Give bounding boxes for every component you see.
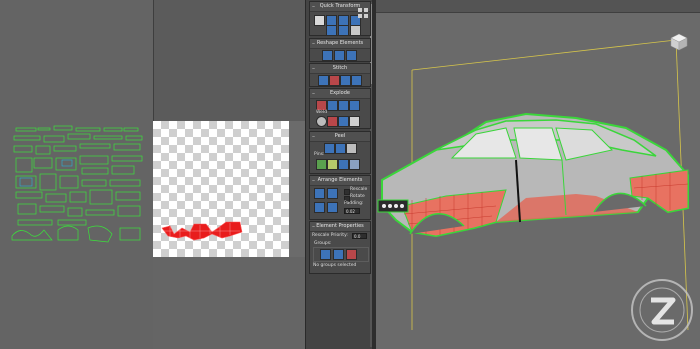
padding-label: Padding: <box>344 201 364 206</box>
weld-selected-icon[interactable] <box>316 116 327 127</box>
space-vertical-icon[interactable] <box>338 25 349 36</box>
delete-pins-icon[interactable] <box>338 159 349 170</box>
rollout-header[interactable]: – Stitch <box>310 64 370 74</box>
pack-normalize-icon[interactable] <box>314 188 325 199</box>
collapse-icon: – <box>312 177 315 184</box>
groups-box <box>313 247 369 262</box>
rollout-header[interactable]: – Reshape Elements <box>310 39 370 49</box>
group-remove-icon[interactable] <box>346 249 357 260</box>
stitch-average-icon[interactable] <box>340 75 351 86</box>
stitch-target-icon[interactable] <box>329 75 340 86</box>
pin-icon[interactable] <box>316 159 327 170</box>
rollout-title: Quick Transform <box>319 3 361 9</box>
collapse-icon: – <box>312 40 315 47</box>
group-create-icon[interactable] <box>333 249 344 260</box>
rollout-title: Explode <box>330 90 350 96</box>
explode-by-smoothing-icon[interactable] <box>338 100 349 111</box>
groups-status: No groups selected <box>313 263 357 268</box>
rollout-header[interactable]: – Element Properties <box>310 222 370 232</box>
align-center-icon[interactable] <box>314 15 325 26</box>
explode-by-polygon-icon[interactable] <box>327 100 338 111</box>
uv-editor-top-region <box>153 0 305 121</box>
collapse-icon: – <box>312 133 315 140</box>
rollout-header[interactable]: – Peel <box>310 132 370 142</box>
uv-editor[interactable] <box>0 0 305 349</box>
stitch-custom-icon[interactable] <box>318 75 329 86</box>
relax-by-edge-icon[interactable] <box>346 50 357 61</box>
rescale-elements-icon[interactable] <box>327 202 338 213</box>
rescale-priority-spinner[interactable]: 0.0 <box>352 233 367 239</box>
rollout-title: Peel <box>334 133 346 139</box>
rescale-priority-label: Rescale Priority: <box>312 233 348 238</box>
uv-editor-bottom-region <box>153 257 305 349</box>
rescale-label: Rescale <box>350 187 368 192</box>
weld-all-icon[interactable] <box>338 116 349 127</box>
padding-spinner[interactable]: 0.02 <box>344 208 360 214</box>
pack-together-icon[interactable] <box>327 188 338 199</box>
rollout-title: Arrange Elements <box>317 177 363 183</box>
rotate-label: Rotate <box>350 194 365 199</box>
uv-tools-panel: – Quick Transform – Reshape Elements – S… <box>305 0 375 349</box>
reset-peel-icon[interactable] <box>346 143 357 154</box>
linear-align-icon[interactable] <box>350 25 361 36</box>
quick-peel-icon[interactable] <box>324 143 335 154</box>
pack-custom-icon[interactable] <box>314 202 325 213</box>
uv-shell-cluster[interactable] <box>8 118 148 258</box>
rollout-stitch: – Stitch <box>309 63 371 87</box>
rollout-peel: – Peel Pins: <box>309 131 371 174</box>
rollout-title: Element Properties <box>316 223 364 229</box>
relax-icon[interactable] <box>334 50 345 61</box>
uv-selected-shell[interactable] <box>160 218 244 242</box>
rollout-explode: – Explode Weld <box>309 88 371 129</box>
peel-mode-icon[interactable] <box>335 143 346 154</box>
uv-editor-margin <box>289 121 305 257</box>
tutorial-watermark-icon <box>631 279 693 341</box>
target-weld-icon[interactable] <box>349 116 360 127</box>
pins-label: Pins: <box>314 152 325 157</box>
car-mesh <box>377 112 689 238</box>
collapse-icon: – <box>312 65 315 72</box>
viewcube-icon[interactable] <box>668 31 690 53</box>
rollout-title: Reshape Elements <box>316 40 364 46</box>
straighten-icon[interactable] <box>322 50 333 61</box>
rollout-header[interactable]: – Arrange Elements <box>310 176 370 186</box>
rollout-element-properties: – Element Properties Rescale Priority: 0… <box>309 221 371 274</box>
space-horizontal-icon[interactable] <box>326 25 337 36</box>
stitch-source-icon[interactable] <box>351 75 362 86</box>
group-select-icon[interactable] <box>320 249 331 260</box>
explode-by-material-icon[interactable] <box>349 100 360 111</box>
auto-pin-icon[interactable] <box>349 159 360 170</box>
rollout-arrange-elements: – Arrange Elements Rescale Rotate Paddin… <box>309 175 371 220</box>
weld-edges-icon[interactable] <box>327 116 338 127</box>
rollout-header[interactable]: – Explode <box>310 89 370 99</box>
perspective-viewport[interactable] <box>376 0 700 349</box>
rollout-reshape-elements: – Reshape Elements <box>309 38 371 62</box>
render-toolbar-icon[interactable] <box>356 6 370 20</box>
collapse-icon: – <box>312 90 315 97</box>
edit-pins-icon[interactable] <box>327 159 338 170</box>
rollout-title: Stitch <box>332 65 348 71</box>
collapse-icon: – <box>312 223 315 230</box>
collapse-icon: – <box>312 3 315 10</box>
